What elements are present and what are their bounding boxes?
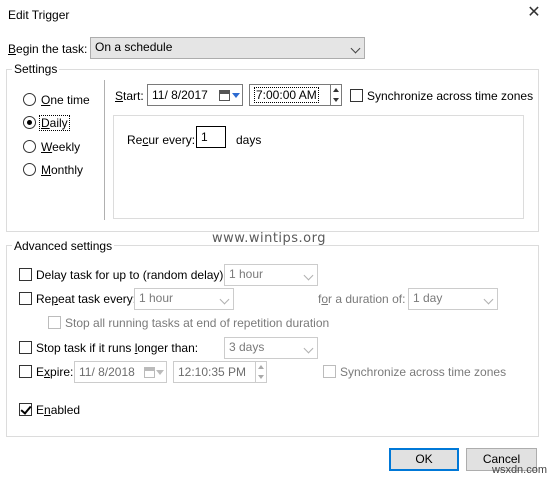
spin-up-icon: [333, 88, 339, 92]
calendar-icon: [144, 367, 155, 378]
expire-label-a: E: [36, 365, 45, 379]
radio-daily[interactable]: [23, 116, 36, 129]
spin-down-icon: [258, 375, 264, 379]
stop-longer-label-a: Stop task if it runs: [36, 341, 135, 355]
begin-task-select[interactable]: On a schedule: [90, 37, 365, 59]
stop-running-label[interactable]: Stop all running tasks at end of repetit…: [65, 316, 329, 330]
duration-select[interactable]: 1 day: [408, 288, 498, 310]
dropdown-arrow-icon: [156, 370, 164, 375]
corner-watermark: wsxdn.com: [492, 464, 548, 476]
expire-date-picker[interactable]: 11/ 8/2018: [74, 361, 167, 383]
expire-time-spinner[interactable]: [255, 362, 266, 382]
stop-longer-label[interactable]: Stop task if it runs longer than:: [36, 341, 198, 355]
start-time-field[interactable]: 7:00:00 AM: [249, 84, 342, 106]
start-label: Start:: [115, 89, 144, 103]
repeat-checkbox[interactable]: [19, 292, 32, 305]
stop-running-checkbox[interactable]: [48, 316, 61, 329]
expire-date-value: 11/ 8/2018: [79, 365, 135, 379]
sync-timezones-label[interactable]: Synchronize across time zones: [367, 89, 533, 103]
recur-label-text: ur every:: [148, 133, 196, 147]
radio-daily-label[interactable]: Daily: [39, 115, 70, 131]
repeat-select[interactable]: 1 hour: [134, 288, 234, 310]
radio-weekly[interactable]: [23, 140, 36, 153]
expire-label[interactable]: Expire:: [36, 365, 73, 379]
radio-one-time-text: ne time: [50, 93, 90, 107]
duration-label: for a duration of:: [318, 292, 406, 306]
ok-button[interactable]: OK: [389, 448, 459, 471]
calendar-icon: [219, 90, 230, 101]
start-time-spinner[interactable]: [330, 85, 341, 105]
delay-label[interactable]: Delay task for up to (random delay):: [36, 268, 227, 282]
start-label-text: tart:: [123, 89, 144, 103]
expire-time-value: 12:10:35 PM: [178, 365, 247, 379]
expire-sync-label[interactable]: Synchronize across time zones: [340, 365, 506, 379]
repeat-label-text: eat task every:: [58, 292, 137, 306]
stop-longer-select[interactable]: 3 days: [224, 337, 318, 359]
chevron-down-icon: [219, 294, 230, 305]
begin-task-label: Begin the task:: [8, 42, 88, 56]
stop-longer-checkbox[interactable]: [19, 341, 32, 354]
radio-one-time-label[interactable]: One time: [41, 93, 90, 107]
recur-unit-label: days: [236, 133, 262, 147]
sync-timezones-checkbox[interactable]: [350, 89, 363, 102]
repeat-label-a: Re: [36, 292, 52, 306]
chevron-down-icon: [303, 343, 314, 354]
radio-one-time[interactable]: [23, 93, 36, 106]
chevron-down-icon: [350, 43, 361, 54]
begin-task-label-text: egin the task:: [16, 42, 88, 56]
recur-panel: [113, 115, 524, 219]
delay-checkbox[interactable]: [19, 268, 32, 281]
repeat-label[interactable]: Repeat task every:: [36, 292, 136, 306]
radio-monthly-label[interactable]: Monthly: [41, 163, 83, 177]
window-title: Edit Trigger: [8, 8, 70, 22]
stop-longer-label-b: onger than:: [137, 341, 199, 355]
duration-label-text: r a duration of:: [328, 292, 406, 306]
dropdown-arrow-icon: [232, 93, 240, 98]
radio-monthly-text: onthly: [51, 163, 84, 177]
enabled-checkbox[interactable]: [19, 403, 32, 416]
delay-select[interactable]: 1 hour: [224, 264, 318, 286]
duration-value: 1 day: [413, 291, 443, 305]
chevron-down-icon: [483, 294, 494, 305]
start-date-picker[interactable]: 11/ 8/2017: [147, 84, 243, 106]
settings-legend: Settings: [12, 62, 60, 76]
watermark-text: www.wintips.org: [212, 231, 327, 246]
radio-monthly[interactable]: [23, 163, 36, 176]
advanced-legend: Advanced settings: [12, 239, 115, 253]
recur-label: Recur every:: [127, 133, 196, 147]
expire-label-text: pire:: [50, 365, 74, 379]
enabled-label[interactable]: Enabled: [36, 403, 80, 417]
recur-label-a: Re: [127, 133, 143, 147]
settings-divider: [104, 80, 105, 220]
begin-task-value: On a schedule: [95, 40, 173, 54]
radio-weekly-label[interactable]: Weekly: [41, 140, 80, 154]
enabled-label-b: abled: [50, 403, 81, 417]
spin-up-icon: [258, 365, 264, 369]
radio-weekly-text: eekly: [52, 140, 81, 154]
close-icon[interactable]: ✕: [524, 4, 544, 24]
spin-down-icon: [333, 98, 339, 102]
repeat-value: 1 hour: [139, 291, 174, 305]
start-date-value: 11/ 8/2017: [152, 88, 208, 102]
stop-longer-value: 3 days: [229, 340, 265, 354]
expire-time-field[interactable]: 12:10:35 PM: [173, 361, 267, 383]
start-time-value: 7:00:00 AM: [254, 87, 319, 103]
delay-value: 1 hour: [229, 267, 264, 281]
recur-days-input[interactable]: 1: [196, 126, 226, 148]
enabled-label-a: E: [36, 403, 45, 417]
expire-sync-checkbox[interactable]: [323, 365, 336, 378]
radio-daily-text: aily: [49, 116, 68, 130]
expire-checkbox[interactable]: [19, 365, 32, 378]
chevron-down-icon: [303, 270, 314, 281]
